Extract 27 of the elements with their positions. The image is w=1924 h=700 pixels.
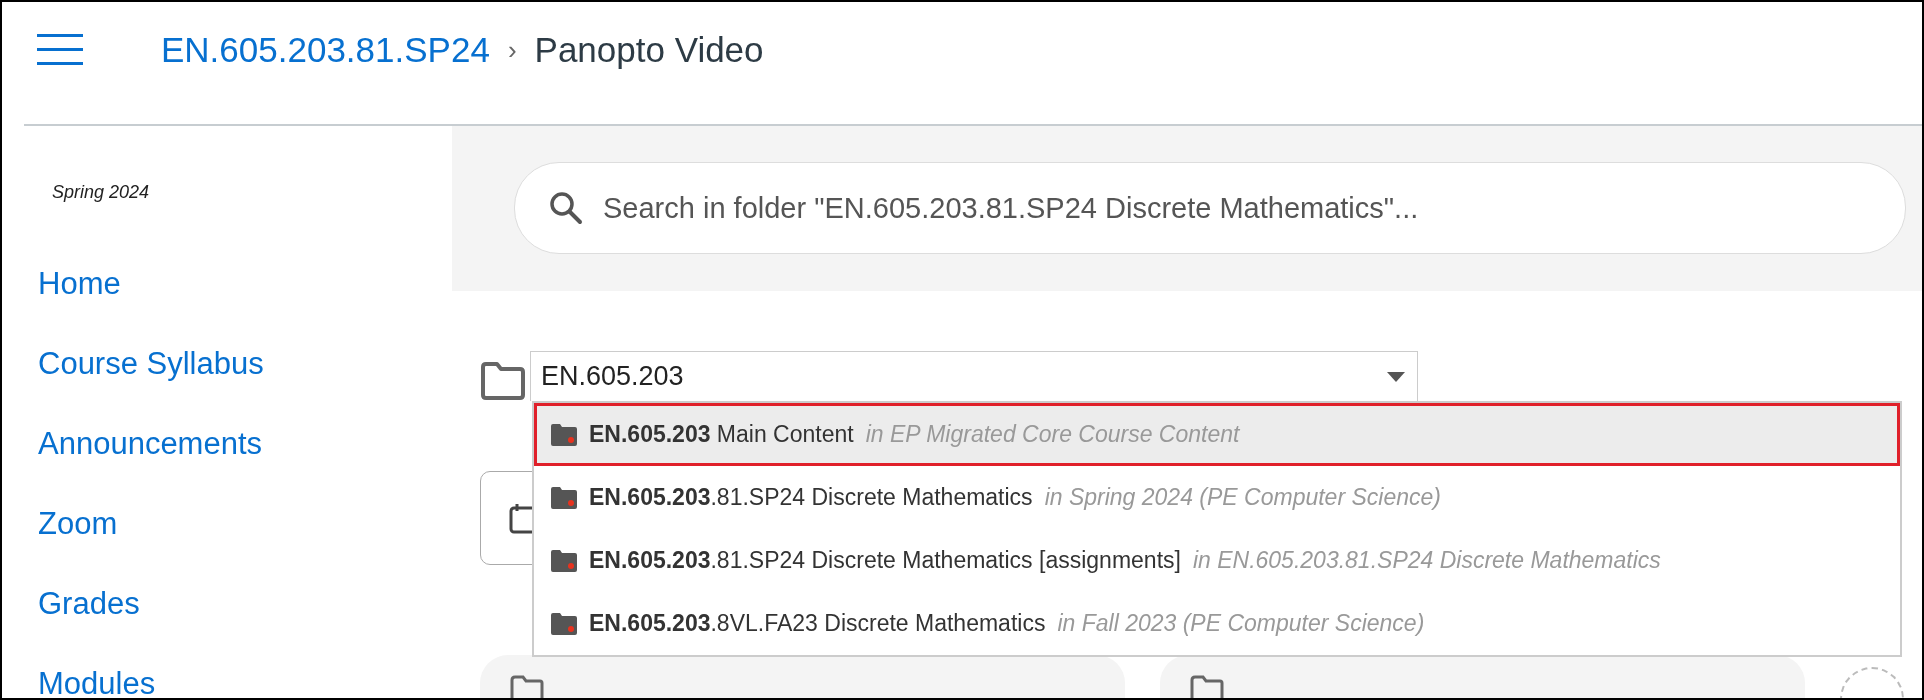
folder-option[interactable]: EN.605.203.81.SP24 Discrete Mathematics [assignments] in EN.605.203.81.SP24 Discrete Mathematics: [534, 529, 1900, 592]
folder-icon: [551, 423, 577, 446]
search-input[interactable]: Search in folder "EN.605.203.81.SP24 Discrete Mathematics"...: [601, 190, 1905, 226]
folder-option[interactable]: EN.605.203 Main Content in EP Migrated Core Course Content: [534, 403, 1900, 466]
breadcrumb-separator: ›: [507, 34, 517, 66]
folder-option[interactable]: EN.605.203.81.SP24 Discrete Mathematics in Spring 2024 (PE Computer Science): [534, 466, 1900, 529]
search-field[interactable]: Search in folder "EN.605.203.81.SP24 Discrete Mathematics"...: [514, 162, 1906, 254]
nav-link[interactable]: Modules: [38, 665, 452, 698]
menu-icon[interactable]: [37, 34, 83, 66]
folder-option[interactable]: EN.605.203.8VL.FA23 Discrete Mathematics in Fall 2023 (PE Computer Science): [534, 592, 1900, 655]
nav-link[interactable]: Home: [38, 265, 452, 303]
breadcrumb-link[interactable]: EN.605.203.81.SP24: [161, 30, 490, 70]
folder-icon: [510, 675, 544, 698]
page-title: Panopto Video: [534, 30, 764, 70]
nav-link[interactable]: Grades: [38, 585, 452, 623]
folder-icon: [1190, 675, 1224, 698]
nav-link[interactable]: Zoom: [38, 505, 452, 543]
nav-link[interactable]: Course Syllabus: [38, 345, 452, 383]
term-label: Spring 2024: [52, 182, 151, 203]
folder-icon: [551, 549, 577, 572]
nav-link[interactable]: Announcements: [38, 425, 452, 463]
calendar-icon: [509, 502, 535, 534]
folder-icon: [551, 486, 577, 509]
caret-icon: [1387, 371, 1405, 382]
folder-icon: [480, 361, 526, 401]
search-icon: [549, 191, 583, 225]
folder-icon: [551, 612, 577, 635]
